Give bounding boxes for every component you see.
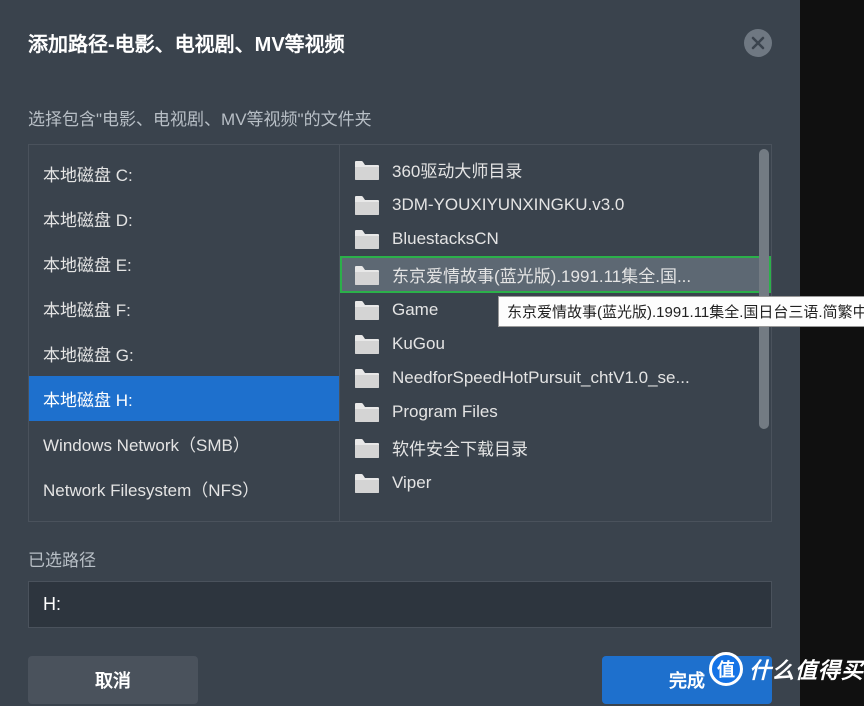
drive-item[interactable]: 本地磁盘 G:: [29, 331, 339, 376]
folder-list[interactable]: 360驱动大师目录 3DM-YOUXIYUNXINGKU.v3.0 Bluestac…: [340, 145, 771, 521]
folder-icon: [354, 194, 380, 216]
drive-item[interactable]: 本地磁盘 C:: [29, 151, 339, 196]
folder-item[interactable]: Viper: [340, 466, 771, 500]
drive-item[interactable]: 本地磁盘 E:: [29, 241, 339, 286]
folder-label: NeedforSpeedHotPursuit_chtV1.0_se...: [392, 368, 757, 388]
folder-item[interactable]: KuGou: [340, 327, 771, 361]
folder-item[interactable]: BluestacksCN: [340, 222, 771, 256]
folder-label: BluestacksCN: [392, 229, 757, 249]
folder-icon: [354, 159, 380, 181]
close-icon: [751, 36, 765, 50]
dialog-title: 添加路径-电影、电视剧、MV等视频: [28, 28, 345, 57]
folder-item[interactable]: 3DM-YOUXIYUNXINGKU.v3.0: [340, 188, 771, 222]
folder-item[interactable]: NeedforSpeedHotPursuit_chtV1.0_se...: [340, 361, 771, 395]
folder-icon: [354, 437, 380, 459]
folder-label: 360驱动大师目录: [392, 157, 757, 182]
folder-browser: 本地磁盘 C:本地磁盘 D:本地磁盘 E:本地磁盘 F:本地磁盘 G:本地磁盘 …: [28, 144, 772, 522]
watermark-icon: 值: [709, 652, 743, 686]
watermark-text: 什么值得买: [749, 653, 864, 685]
folder-icon: [354, 401, 380, 423]
folder-icon: [354, 264, 380, 286]
folder-icon: [354, 472, 380, 494]
selected-path-label: 已选路径: [28, 546, 772, 571]
drive-item[interactable]: Windows Network（SMB）: [29, 421, 339, 466]
drive-item[interactable]: Network Filesystem（NFS）: [29, 466, 339, 511]
dialog-footer: 取消 完成: [28, 656, 772, 704]
drive-item[interactable]: 本地磁盘 H:: [29, 376, 339, 421]
path-input[interactable]: [28, 581, 772, 628]
folder-label: 3DM-YOUXIYUNXINGKU.v3.0: [392, 195, 757, 215]
folder-icon: [354, 299, 380, 321]
folder-label: 东京爱情故事(蓝光版).1991.11集全.国...: [392, 262, 757, 287]
add-path-dialog: 添加路径-电影、电视剧、MV等视频 选择包含"电影、电视剧、MV等视频"的文件夹…: [0, 0, 800, 706]
dialog-subtitle: 选择包含"电影、电视剧、MV等视频"的文件夹: [28, 105, 772, 130]
folder-item[interactable]: Program Files: [340, 395, 771, 429]
folder-label: KuGou: [392, 334, 757, 354]
folder-label: Program Files: [392, 402, 757, 422]
folder-item[interactable]: 360驱动大师目录: [340, 151, 771, 188]
drive-item[interactable]: 本地磁盘 D:: [29, 196, 339, 241]
folder-tooltip: 东京爱情故事(蓝光版).1991.11集全.国日台三语.简繁中: [498, 296, 864, 327]
drive-list[interactable]: 本地磁盘 C:本地磁盘 D:本地磁盘 E:本地磁盘 F:本地磁盘 G:本地磁盘 …: [29, 145, 340, 521]
folder-item[interactable]: 软件安全下载目录: [340, 429, 771, 466]
close-button[interactable]: [744, 29, 772, 57]
cancel-button[interactable]: 取消: [28, 656, 198, 704]
drive-item[interactable]: 本地磁盘 F:: [29, 286, 339, 331]
folder-icon: [354, 367, 380, 389]
watermark: 值 什么值得买: [709, 652, 864, 686]
scrollbar[interactable]: [759, 149, 769, 429]
folder-icon: [354, 333, 380, 355]
folder-label: 软件安全下载目录: [392, 435, 757, 460]
folder-item[interactable]: 东京爱情故事(蓝光版).1991.11集全.国...: [340, 256, 771, 293]
folder-label: Viper: [392, 473, 757, 493]
dialog-header: 添加路径-电影、电视剧、MV等视频: [28, 28, 772, 57]
folder-icon: [354, 228, 380, 250]
